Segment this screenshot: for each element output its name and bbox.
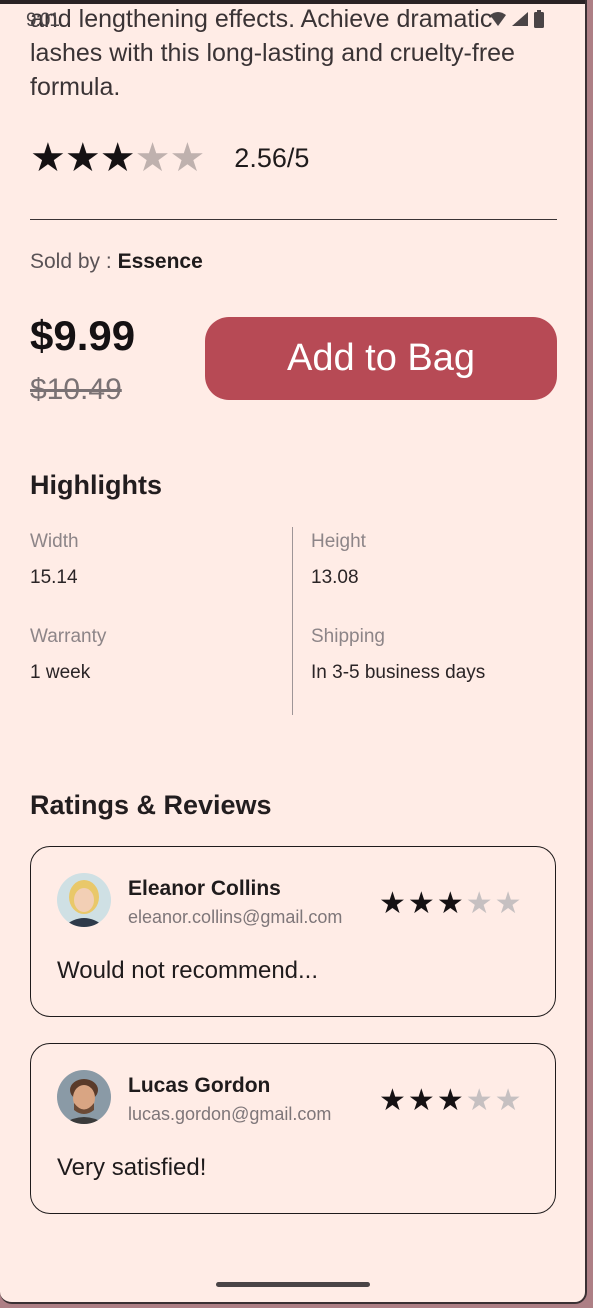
phone-screen: and lengthening effects. Achieve dramati… xyxy=(0,0,587,1304)
highlight-height: Height 13.08 xyxy=(311,531,366,589)
seller-info: Sold by : Essence xyxy=(30,250,203,274)
battery-icon xyxy=(533,10,545,33)
avatar xyxy=(57,1070,111,1124)
star-empty-icon: ★ xyxy=(465,887,493,920)
signal-icon xyxy=(511,11,529,32)
review-stars: ★★★★★ xyxy=(379,1086,524,1116)
add-to-bag-button[interactable]: Add to Bag xyxy=(205,317,557,400)
highlight-label: Width xyxy=(30,531,79,552)
star-filled-icon: ★ xyxy=(99,136,136,180)
status-time: 9:01 xyxy=(26,10,60,31)
highlight-value: 13.08 xyxy=(311,567,359,588)
review-stars: ★★★★★ xyxy=(379,889,524,919)
reviews-title: Ratings & Reviews xyxy=(30,790,272,820)
avatar xyxy=(57,873,111,927)
current-price: $9.99 xyxy=(30,312,136,359)
home-indicator[interactable] xyxy=(216,1282,370,1287)
seller-prefix: Sold by : xyxy=(30,250,118,273)
review-card[interactable]: Eleanor Collins eleanor.collins@gmail.co… xyxy=(30,846,556,1017)
reviewer-email: lucas.gordon@gmail.com xyxy=(128,1104,332,1124)
highlight-warranty: Warranty 1 week xyxy=(30,626,106,684)
star-filled-icon: ★ xyxy=(407,1084,435,1117)
wifi-icon xyxy=(489,11,507,32)
highlight-label: Height xyxy=(311,531,366,552)
highlight-label: Warranty xyxy=(30,626,107,647)
status-icons xyxy=(489,10,545,33)
review-text: Very satisfied! xyxy=(57,1154,207,1181)
rating-value: 2.56/5 xyxy=(234,142,310,173)
highlight-value: 1 week xyxy=(30,662,91,683)
star-empty-icon: ★ xyxy=(494,1084,522,1117)
reviewer-name: Eleanor Collins xyxy=(128,877,281,900)
reviewer-email: eleanor.collins@gmail.com xyxy=(128,907,343,927)
reviewer-name: Lucas Gordon xyxy=(128,1074,271,1097)
highlights-divider xyxy=(292,527,293,715)
star-empty-icon: ★ xyxy=(465,1084,493,1117)
product-rating: ★★★★★ 2.56/5 xyxy=(30,138,309,178)
divider xyxy=(30,219,557,220)
highlight-label: Shipping xyxy=(311,626,385,647)
star-filled-icon: ★ xyxy=(64,136,101,180)
star-filled-icon: ★ xyxy=(407,887,435,920)
star-empty-icon: ★ xyxy=(134,136,171,180)
star-filled-icon: ★ xyxy=(379,887,406,920)
star-filled-icon: ★ xyxy=(379,1084,406,1117)
star-filled-icon: ★ xyxy=(436,1084,464,1117)
review-card[interactable]: Lucas Gordon lucas.gordon@gmail.com ★★★★… xyxy=(30,1043,556,1214)
highlight-value: In 3-5 business days xyxy=(311,662,486,683)
highlight-value: 15.14 xyxy=(30,567,78,588)
star-empty-icon: ★ xyxy=(494,887,522,920)
seller-name: Essence xyxy=(117,250,203,273)
highlights-title: Highlights xyxy=(30,470,162,500)
star-empty-icon: ★ xyxy=(169,136,206,180)
highlight-width: Width 15.14 xyxy=(30,531,79,589)
review-text: Would not recommend... xyxy=(57,957,319,984)
star-filled-icon: ★ xyxy=(30,136,66,180)
highlights-grid: Width 15.14 Height 13.08 Warranty 1 week… xyxy=(30,525,557,715)
rating-stars: ★★★★★ xyxy=(30,136,206,180)
highlight-shipping: Shipping In 3-5 business days xyxy=(311,626,485,684)
star-filled-icon: ★ xyxy=(436,887,464,920)
original-price: $10.49 xyxy=(30,373,122,406)
product-description: and lengthening effects. Achieve dramati… xyxy=(30,5,515,101)
